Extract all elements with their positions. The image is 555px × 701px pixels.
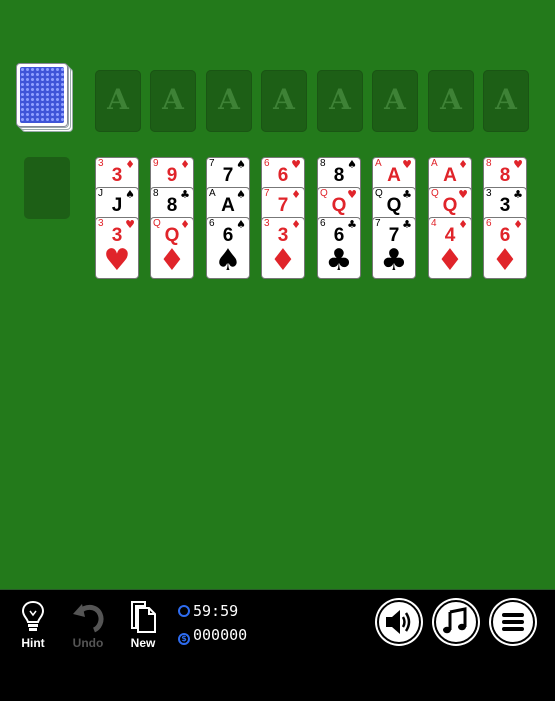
foundation-label: A [384,83,406,116]
timer-value: 59:59 [193,602,239,620]
score-value: 000000 [193,626,248,644]
stock-pile[interactable] [16,63,73,132]
card-suit: ♦ [158,243,186,278]
foundation-label: A [107,83,129,116]
sound-button[interactable] [377,600,421,644]
foundation-label: A [440,83,462,116]
foundation-label: A [495,83,517,116]
foundation-slot-8[interactable]: A [483,70,529,132]
waste-slot[interactable] [24,157,70,219]
playing-card[interactable]: 3♦3♦ [261,217,305,279]
playing-card[interactable]: 6 ♣ 6 ♣ [317,217,361,279]
dollar-icon: $ [178,633,190,645]
undo-icon [73,604,104,633]
menu-button[interactable] [491,600,535,644]
foundation-slot-5[interactable]: A [317,70,363,132]
card-suit: ♦ [491,243,519,278]
foundation-slot-7[interactable]: A [428,70,474,132]
new-label: New [130,636,156,650]
clock-icon [178,605,190,617]
card-suit: ♥ [103,243,131,278]
foundation-slot-1[interactable]: A [95,70,141,132]
playing-card[interactable]: Q ♦ Q ♦ [150,217,194,279]
foundation-slot-4[interactable]: A [261,70,307,132]
foundation-slot-3[interactable]: A [206,70,252,132]
card-suit: ♣ [325,243,353,278]
foundation-label: A [329,83,351,116]
card-suit: ♦ [269,243,297,278]
playing-card[interactable]: 6 ♦ 6 ♦ [483,217,527,279]
score: $000000 [178,626,247,645]
music-button[interactable] [434,600,478,644]
playing-card[interactable]: 4 ♦ 4 ♦ [428,217,472,279]
toolbar: Hint Undo New 59:59 $000000 [0,589,555,701]
foundation-slot-6[interactable]: A [372,70,418,132]
foundation-slot-2[interactable]: A [150,70,196,132]
undo-button[interactable]: Undo [68,600,108,650]
lightbulb-icon [21,600,45,631]
speaker-icon [386,610,411,634]
hint-label: Hint [21,636,45,650]
hint-button[interactable]: Hint [13,600,53,650]
card-suit: ♦ [436,243,464,278]
foundation-label: A [273,83,295,116]
foundation-label: A [218,83,240,116]
playing-card[interactable]: 6 ♠ 6 ♠ [206,217,250,279]
new-cards-icon [131,601,156,633]
card-back-pattern [20,67,64,123]
new-game-button[interactable]: New [123,600,163,650]
hamburger-icon [502,613,524,631]
undo-label: Undo [72,636,104,650]
playing-card[interactable]: 3 ♥ 3 ♥ [95,217,139,279]
playing-card[interactable]: 7 ♣ 7 ♣ [372,217,416,279]
card-back[interactable] [16,63,68,127]
timer: 59:59 [178,602,238,620]
card-suit: ♣ [380,243,408,278]
music-note-icon [443,607,467,634]
foundation-label: A [162,83,184,116]
card-suit: ♠ [214,243,242,278]
